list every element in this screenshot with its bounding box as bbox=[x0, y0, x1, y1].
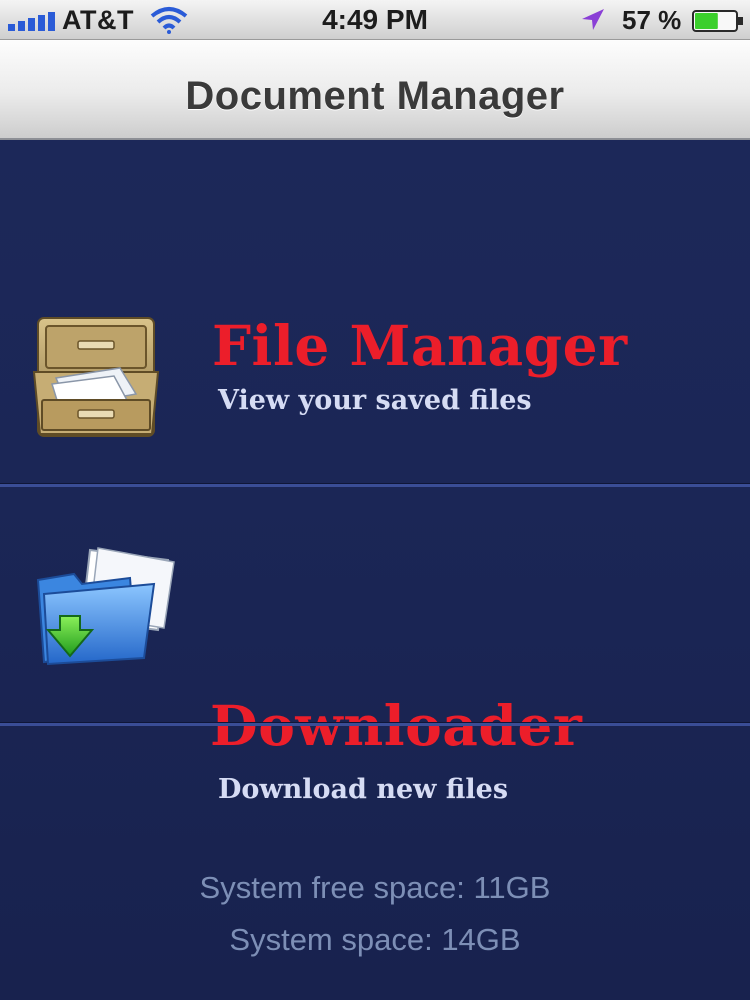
battery-icon bbox=[692, 10, 743, 32]
menu-item-downloader[interactable]: Downloader Download new files bbox=[0, 486, 750, 805]
navigation-bar: Document Manager bbox=[0, 40, 750, 140]
file-manager-subtitle: View your saved files bbox=[218, 385, 532, 416]
main-menu: File Manager View your saved files Downl… bbox=[0, 140, 750, 1000]
page-title: Document Manager bbox=[185, 74, 565, 118]
system-total-space: System space: 14GB bbox=[229, 922, 521, 957]
menu-item-file-manager[interactable]: File Manager View your saved files bbox=[0, 246, 750, 484]
file-cabinet-icon bbox=[32, 317, 160, 437]
status-bar: AT&T 4:49 PM 57 % bbox=[0, 0, 750, 40]
folder-download-icon bbox=[36, 547, 175, 666]
system-free-space: System free space: 11GB bbox=[199, 870, 551, 905]
battery-percent: 57 % bbox=[622, 5, 682, 35]
file-manager-title: File Manager bbox=[212, 313, 628, 378]
downloader-subtitle: Download new files bbox=[218, 774, 509, 805]
downloader-title: Downloader bbox=[210, 693, 583, 758]
location-arrow-icon bbox=[582, 9, 604, 30]
menu-divider bbox=[0, 722, 750, 726]
